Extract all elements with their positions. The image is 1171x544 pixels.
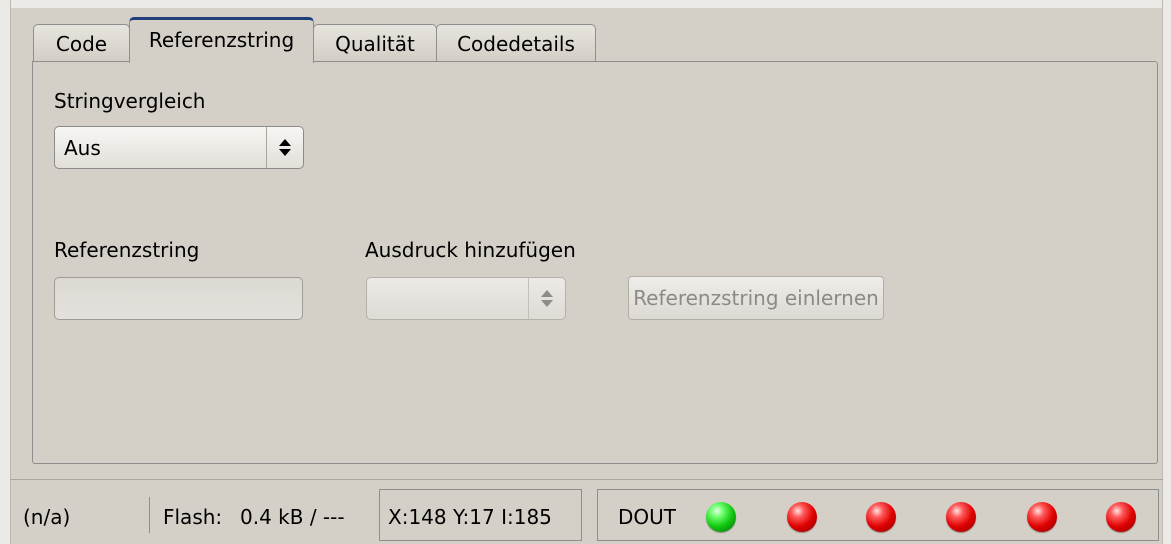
dout-led-2-icon — [787, 502, 817, 532]
arrow-up-icon — [279, 139, 291, 146]
tab-panel-referenzstring: Stringvergleich Aus Referenzstring Ausdr… — [32, 61, 1158, 464]
teach-reference-button[interactable]: Referenzstring einlernen — [628, 276, 884, 320]
dout-led-4-icon — [946, 502, 976, 532]
dout-led-3-icon — [866, 502, 896, 532]
tab-codedetails-label: Codedetails — [457, 31, 575, 56]
tab-qualitaet-label: Qualität — [335, 31, 415, 56]
reference-label: Referenzstring — [54, 238, 200, 262]
flash-label: Flash: — [163, 505, 223, 529]
add-expression-label: Ausdruck hinzufügen — [365, 238, 576, 262]
tab-referenzstring[interactable]: Referenzstring — [129, 17, 314, 63]
dout-led-5-icon — [1027, 502, 1057, 532]
string-compare-label: Stringvergleich — [54, 89, 206, 113]
dout-label: DOUT — [618, 505, 676, 529]
window-top-edge — [0, 0, 1171, 8]
tab-code-label: Code — [55, 31, 108, 56]
window-right-edge — [1162, 0, 1171, 544]
string-compare-value: Aus — [64, 135, 101, 160]
coords-readout: X:148 Y:17 I:185 — [388, 505, 552, 529]
dout-led-1-icon — [706, 502, 736, 532]
statusbar-separator — [149, 497, 150, 533]
tab-referenzstring-label: Referenzstring — [148, 27, 295, 52]
updown-arrows-icon — [529, 290, 565, 307]
dout-led-6-icon — [1106, 502, 1136, 532]
reference-input[interactable] — [54, 277, 303, 320]
updown-arrows-icon — [267, 139, 303, 156]
statusbar-divider — [10, 479, 1163, 480]
window-left-edge — [0, 0, 11, 544]
tab-qualitaet[interactable]: Qualität — [313, 24, 437, 62]
arrow-down-icon — [541, 300, 553, 307]
status-state: (n/a) — [23, 505, 71, 529]
arrow-up-icon — [541, 290, 553, 297]
app-window: Code Referenzstring Qualität Codedetails… — [0, 0, 1171, 544]
string-compare-select[interactable]: Aus — [54, 126, 304, 169]
tab-code[interactable]: Code — [33, 24, 130, 62]
flash-value: 0.4 kB / --- — [240, 505, 345, 529]
add-expression-select[interactable] — [366, 277, 566, 320]
tab-codedetails[interactable]: Codedetails — [436, 24, 596, 62]
arrow-down-icon — [279, 149, 291, 156]
